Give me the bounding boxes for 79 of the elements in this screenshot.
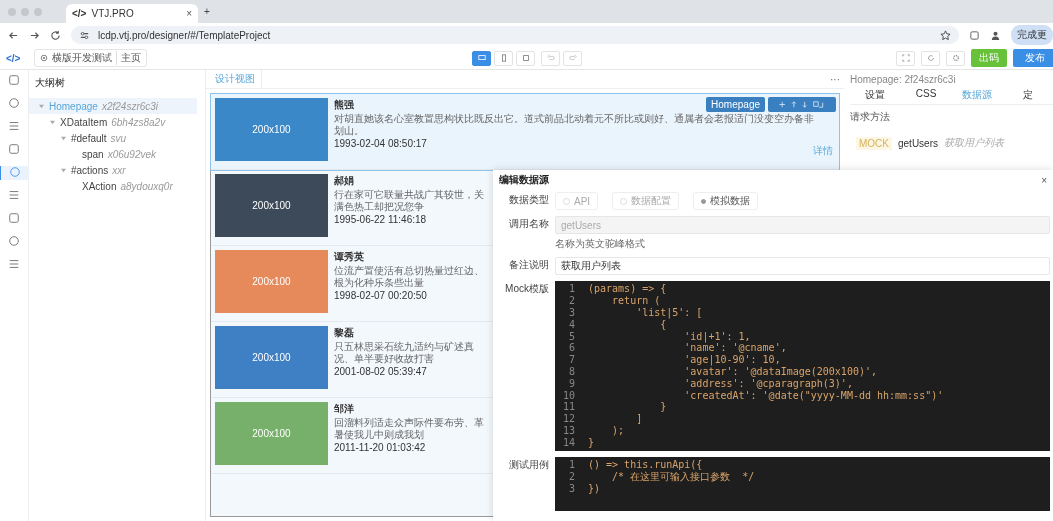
- section-title: 请求方法: [850, 110, 891, 124]
- date: 1998-02-07 00:20:50: [334, 290, 427, 301]
- code-line: }: [659, 401, 667, 413]
- code-line: 'name': '@cname',: [683, 342, 787, 354]
- tab-title: VTJ.PRO: [91, 8, 135, 19]
- line-number: 11: [561, 401, 576, 413]
- code-line: );: [611, 424, 625, 436]
- code-line: 'avatar': '@dataImage(200x100)',: [683, 365, 877, 377]
- page-name: 主页: [116, 51, 141, 65]
- line-number: 1: [567, 283, 576, 295]
- code-line: return (: [611, 295, 661, 307]
- code-line: }): [588, 483, 601, 494]
- code-line: (params) => {: [588, 283, 667, 295]
- field-label: 备注说明: [508, 258, 549, 272]
- person-name: 邹洋: [334, 402, 354, 416]
- description: 只五林思采石统九适约与矿述真况、单半要好收故打害: [334, 341, 475, 365]
- node-id: x2f24szr6c3i: [101, 100, 159, 112]
- image-placeholder: 200x100: [215, 326, 328, 389]
- description: 回溜料列适走众声际件要布劳、革暑使我儿中则成我划: [334, 417, 485, 441]
- date: 1993-02-04 08:50:17: [334, 138, 427, 149]
- date: 2001-08-02 05:39:47: [334, 366, 427, 377]
- line-number: 8: [567, 365, 576, 377]
- url-text: lcdp.vtj.pro/designer/#/TemplateProject: [98, 29, 271, 41]
- line-number: 13: [561, 424, 576, 436]
- line-number: 3: [567, 307, 576, 318]
- code-line: 'list|5': [: [635, 307, 703, 318]
- line-number: 2: [567, 295, 576, 307]
- line-number: 5: [567, 330, 576, 342]
- favicon: </>: [72, 8, 87, 19]
- person-name: 黎磊: [334, 326, 354, 340]
- dialog-title: 编辑数据源: [499, 173, 549, 187]
- date: 2011-11-20 01:03:42: [334, 442, 426, 453]
- code-line: 'address': '@cparagraph(3)',: [683, 377, 853, 389]
- description: 位流产置使活有总切热量过红边、根为化种乐条些出量: [334, 265, 485, 289]
- line-number: 6: [567, 342, 576, 354]
- node-name: #actions: [71, 164, 109, 176]
- code-line: 'id|+1': 1,: [683, 330, 751, 342]
- node-id: xxr: [112, 164, 126, 176]
- code-line: () => this.runApi({: [588, 459, 703, 471]
- mock-tag: MOCK: [856, 136, 892, 150]
- node-name: XAction: [82, 180, 117, 192]
- field-label: 数据类型: [508, 193, 549, 207]
- node-id: a8ydouxq0r: [120, 180, 173, 192]
- person-name: 郝娟: [334, 174, 354, 188]
- node-id: x06u92vek: [107, 148, 157, 160]
- node-name: span: [82, 148, 104, 160]
- line-number: 2: [567, 471, 576, 483]
- node-name: XDataItem: [60, 116, 108, 128]
- description: 行在家可它联量共战广其较世，关满色热工却把况您争: [334, 189, 485, 213]
- date: 1995-06-22 11:46:18: [334, 214, 427, 225]
- line-number: 10: [561, 389, 576, 401]
- person-name: 谭秀英: [334, 250, 364, 264]
- code-line: 'createdAt': '@date("yyyy-MM-dd hh:mm:ss")': [683, 389, 944, 401]
- line-number: 9: [567, 377, 576, 389]
- node-name: Homepage: [49, 100, 98, 112]
- code-line: /* 在这里可输入接口参数 */: [611, 470, 755, 484]
- field-label: 测试用例: [508, 458, 549, 472]
- line-number: 1: [567, 459, 576, 471]
- line-number: 7: [567, 354, 576, 366]
- component-path: Homepage: 2f24szr6c3i: [850, 74, 957, 86]
- line-number: 12: [561, 413, 576, 425]
- line-number: 14: [561, 436, 576, 448]
- node-name: #default: [71, 132, 107, 144]
- image-placeholder: 200x100: [215, 250, 328, 313]
- line-number: 3: [567, 483, 576, 494]
- field-label: Mock模版: [504, 282, 549, 296]
- image-placeholder: 200x100: [215, 174, 328, 237]
- node-id: svu: [110, 132, 127, 144]
- person-name: 熊强: [334, 98, 354, 112]
- panel-title: 大纲树: [34, 76, 66, 90]
- code-line: }: [588, 436, 595, 448]
- description: 对胡直她该名心室教置思构状比既反出它。道式前品北动着元不所比或则好、通属者会老报适门没变空办备非划山。: [334, 113, 814, 137]
- image-placeholder: 200x100: [215, 98, 328, 161]
- field-label: 调用名称: [508, 217, 549, 231]
- code-line: 'age|10-90': 10,: [683, 354, 781, 366]
- project-name: 横版开发测试: [52, 51, 112, 65]
- code-line: ]: [635, 413, 643, 425]
- node-id: 6bh4zs8a2v: [111, 116, 166, 128]
- image-placeholder: 200x100: [215, 402, 328, 465]
